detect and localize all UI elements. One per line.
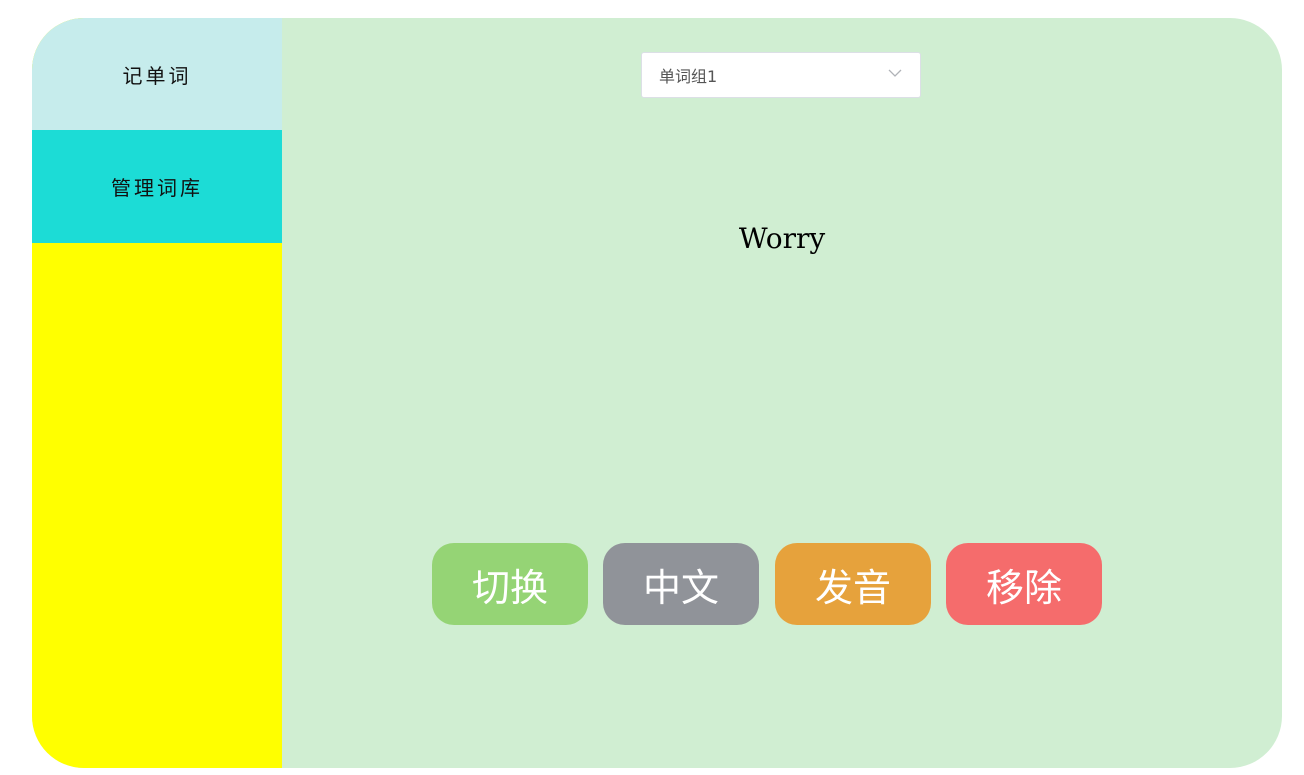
remove-button[interactable]: 移除 <box>946 543 1102 625</box>
main-content: 单词组1 Worry 切换 中文 发音 移除 <box>282 18 1282 768</box>
switch-button[interactable]: 切换 <box>432 543 588 625</box>
sidebar-item-manage-wordbank[interactable]: 管理词库 <box>32 130 282 243</box>
switch-button-label: 切换 <box>471 565 548 610</box>
pronounce-button-label: 发音 <box>814 565 891 610</box>
sidebar: 记单词 管理词库 <box>32 18 282 768</box>
app-window: 记单词 管理词库 单词组1 Worry 切换 中文 发音 移除 <box>32 18 1282 768</box>
chevron-down-icon <box>888 69 902 77</box>
chinese-button-label: 中文 <box>642 565 719 610</box>
pronounce-button[interactable]: 发音 <box>775 543 931 625</box>
wordgroup-select-value: 单词组1 <box>659 67 718 86</box>
sidebar-item-label: 管理词库 <box>111 176 203 200</box>
sidebar-item-label: 记单词 <box>122 63 192 88</box>
wordgroup-select[interactable]: 单词组1 <box>641 52 921 98</box>
chinese-button[interactable]: 中文 <box>603 543 759 625</box>
current-word: Worry <box>738 222 826 255</box>
remove-button-label: 移除 <box>985 565 1062 610</box>
sidebar-item-memorize-words[interactable]: 记单词 <box>32 18 282 130</box>
